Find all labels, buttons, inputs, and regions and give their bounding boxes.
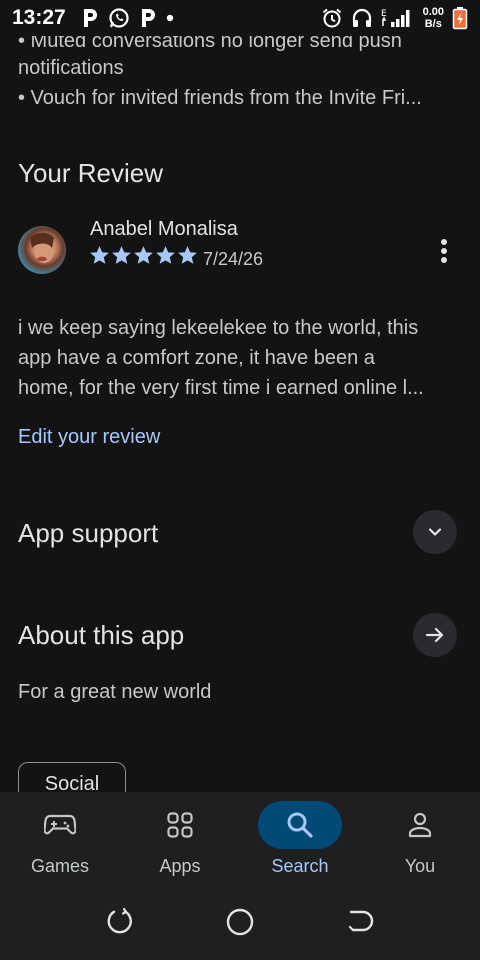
- avatar-photo: [30, 232, 54, 263]
- whats-new-line: notifications: [18, 57, 124, 79]
- star-icon: [112, 246, 131, 264]
- your-review-title: Your Review: [18, 158, 164, 188]
- review-star-rating: [90, 246, 197, 265]
- more-notifications-dot-icon: [166, 14, 174, 22]
- app-support-expand-button[interactable]: [413, 510, 457, 554]
- review-text-line: home, for the very first time i earned o…: [18, 377, 424, 399]
- about-app-title[interactable]: About this app: [18, 620, 184, 651]
- back-button[interactable]: [345, 907, 375, 942]
- status-right-icons: E 0.00 B/s: [321, 6, 468, 30]
- kebab-dot-icon: [441, 257, 447, 263]
- nav-tab-apps[interactable]: Apps: [120, 792, 240, 888]
- network-speed: 0.00 B/s: [423, 6, 444, 30]
- reviewer-name: Anabel Monalisa: [90, 218, 238, 240]
- review-text-line: i we keep saying lekeelekee to the world…: [18, 317, 419, 339]
- review-more-options-button[interactable]: [432, 236, 456, 266]
- gamepad-icon: [44, 814, 76, 835]
- p-app-notification-icon: [82, 8, 98, 28]
- search-icon: [287, 812, 313, 838]
- nav-pill: [378, 801, 462, 849]
- about-app-arrow-button[interactable]: [413, 613, 457, 657]
- recent-apps-icon: [107, 907, 132, 933]
- review-date: 7/24/26: [203, 249, 264, 269]
- nav-tab-games[interactable]: Games: [0, 792, 120, 888]
- headphones-icon: [351, 7, 373, 29]
- battery-icon: [452, 6, 468, 30]
- star-icon: [156, 246, 175, 264]
- p-app-notification-icon: [140, 8, 156, 28]
- star-icon: [134, 246, 153, 264]
- whats-new-line: • Muted conversations no longer send pus…: [18, 36, 402, 52]
- whats-new-line: • Vouch for invited friends from the Inv…: [18, 87, 422, 109]
- app-support-title[interactable]: App support: [18, 518, 158, 549]
- nav-pill: [18, 801, 102, 849]
- person-icon: [408, 812, 432, 838]
- whatsapp-icon: [108, 7, 130, 29]
- kebab-dot-icon: [441, 239, 447, 245]
- kebab-dot-icon: [441, 248, 447, 254]
- star-icon: [90, 246, 109, 264]
- app-details-scroll-area[interactable]: • Muted conversations no longer send pus…: [0, 36, 480, 792]
- recent-apps-button[interactable]: [105, 907, 135, 942]
- nav-label: Search: [271, 856, 329, 876]
- status-time: 13:27: [12, 6, 66, 29]
- arrow-right-icon: [425, 627, 444, 643]
- nav-pill: [138, 801, 222, 849]
- edit-review-link[interactable]: Edit your review: [18, 426, 160, 449]
- apps-grid-icon: [167, 812, 193, 838]
- nav-label: Apps: [159, 856, 201, 876]
- nav-label: You: [404, 856, 436, 876]
- nav-pill-active: [258, 801, 342, 849]
- alarm-icon: [321, 7, 343, 29]
- signal-icon: E: [381, 7, 415, 29]
- nav-tab-you[interactable]: You: [360, 792, 480, 888]
- category-chip-social[interactable]: Social: [18, 762, 126, 792]
- network-speed-unit: B/s: [424, 18, 442, 30]
- chevron-down-icon: [428, 528, 442, 536]
- nav-tab-search[interactable]: Search: [240, 792, 360, 888]
- nav-label: Games: [30, 856, 90, 876]
- system-navigation-bar: [0, 888, 480, 960]
- review-text-line: app have a comfort zone, it have been a: [18, 347, 375, 369]
- home-button[interactable]: [225, 907, 255, 942]
- review-text: i we keep saying lekeelekee to the world…: [18, 313, 463, 403]
- about-app-description: For a great new world: [18, 681, 212, 703]
- status-bar: 13:27 E 0.00 B/s: [0, 0, 480, 36]
- network-speed-value: 0.00: [422, 6, 444, 18]
- home-circle-icon: [226, 908, 254, 935]
- star-icon: [178, 246, 197, 264]
- notification-icons: [82, 7, 174, 29]
- back-icon: [348, 910, 374, 931]
- category-chip-label: Social: [44, 773, 100, 792]
- bottom-navigation: Games Apps Search You: [0, 792, 480, 888]
- reviewer-avatar: [18, 226, 66, 274]
